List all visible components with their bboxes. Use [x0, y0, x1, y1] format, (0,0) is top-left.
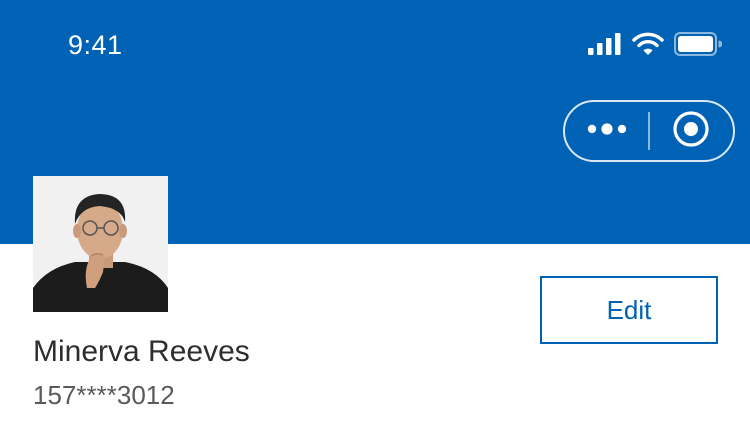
status-icons: [588, 31, 723, 61]
status-bar: 9:41: [0, 0, 750, 96]
mini-program-capsule: [563, 100, 735, 162]
more-button[interactable]: [565, 102, 648, 160]
battery-icon: [674, 31, 723, 61]
edit-profile-button[interactable]: Edit: [540, 276, 718, 344]
avatar[interactable]: [33, 176, 168, 312]
signal-icon: [588, 32, 622, 60]
more-dots-icon: [586, 122, 628, 140]
user-phone: 157****3012: [33, 380, 175, 410]
wifi-icon: [632, 32, 664, 61]
target-circle-icon: [672, 110, 710, 153]
user-avatar-photo: [33, 176, 168, 312]
status-time: 9:41: [68, 30, 123, 60]
close-mini-program-button[interactable]: [650, 102, 733, 160]
user-name: Minerva Reeves: [33, 335, 250, 368]
